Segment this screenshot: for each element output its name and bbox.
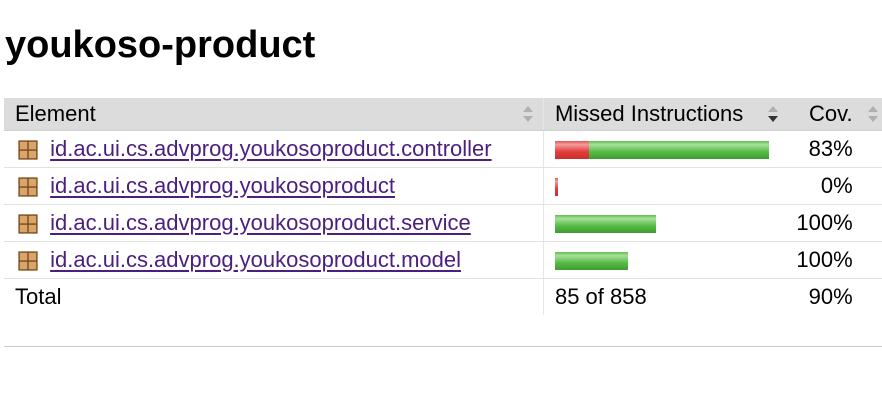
coverage-table: Element Missed Instructions Cov. id.ac.u… <box>4 98 882 315</box>
page-title: youkoso-product <box>5 24 316 66</box>
coverage-percent: 100% <box>796 247 853 272</box>
coverage-bar <box>554 178 558 197</box>
column-header-label: Element <box>15 101 96 126</box>
covered-bar-segment <box>554 252 628 271</box>
covered-bar-segment <box>554 215 656 234</box>
table-header-row: Element Missed Instructions Cov. <box>4 98 882 131</box>
table-row: id.ac.ui.cs.advprog.youkosoproduct.servi… <box>4 204 882 242</box>
sort-icon[interactable] <box>522 105 534 123</box>
footer-divider <box>4 346 882 347</box>
column-header-missed-instructions[interactable]: Missed Instructions <box>543 98 785 131</box>
table-row: id.ac.ui.cs.advprog.youkosoproduct.contr… <box>4 130 882 168</box>
sort-icon[interactable] <box>867 105 879 123</box>
coverage-percent: 83% <box>808 136 853 161</box>
column-header-label: Missed Instructions <box>554 101 744 126</box>
package-icon <box>18 213 38 234</box>
column-header-coverage[interactable]: Cov. <box>784 98 878 131</box>
package-link[interactable]: id.ac.ui.cs.advprog.youkosoproduct.contr… <box>50 137 491 162</box>
column-header-label: Cov. <box>809 101 853 126</box>
coverage-percent: 100% <box>796 210 853 235</box>
table-row: id.ac.ui.cs.advprog.youkosoproduct.model… <box>4 241 882 279</box>
package-link[interactable]: id.ac.ui.cs.advprog.youkosoproduct <box>50 174 395 199</box>
coverage-bar <box>554 252 628 271</box>
total-coverage: 90% <box>808 284 853 309</box>
package-link[interactable]: id.ac.ui.cs.advprog.youkosoproduct.servi… <box>50 211 471 236</box>
column-header-element[interactable]: Element <box>4 98 544 131</box>
total-label: Total <box>4 278 544 315</box>
coverage-bar <box>554 141 769 160</box>
coverage-percent: 0% <box>820 173 853 198</box>
missed-bar-segment <box>554 178 558 197</box>
sort-descending-icon[interactable] <box>767 105 779 123</box>
table-row: id.ac.ui.cs.advprog.youkosoproduct 0% <box>4 167 882 205</box>
total-missed: 85 of 858 <box>554 284 647 309</box>
package-icon <box>18 176 38 197</box>
package-icon <box>18 250 38 271</box>
missed-bar-segment <box>554 141 589 160</box>
package-icon <box>18 139 38 160</box>
coverage-bar <box>554 215 656 234</box>
package-link[interactable]: id.ac.ui.cs.advprog.youkosoproduct.model <box>50 248 461 273</box>
covered-bar-segment <box>588 141 769 160</box>
table-total-row: Total 85 of 858 90% <box>4 278 882 315</box>
